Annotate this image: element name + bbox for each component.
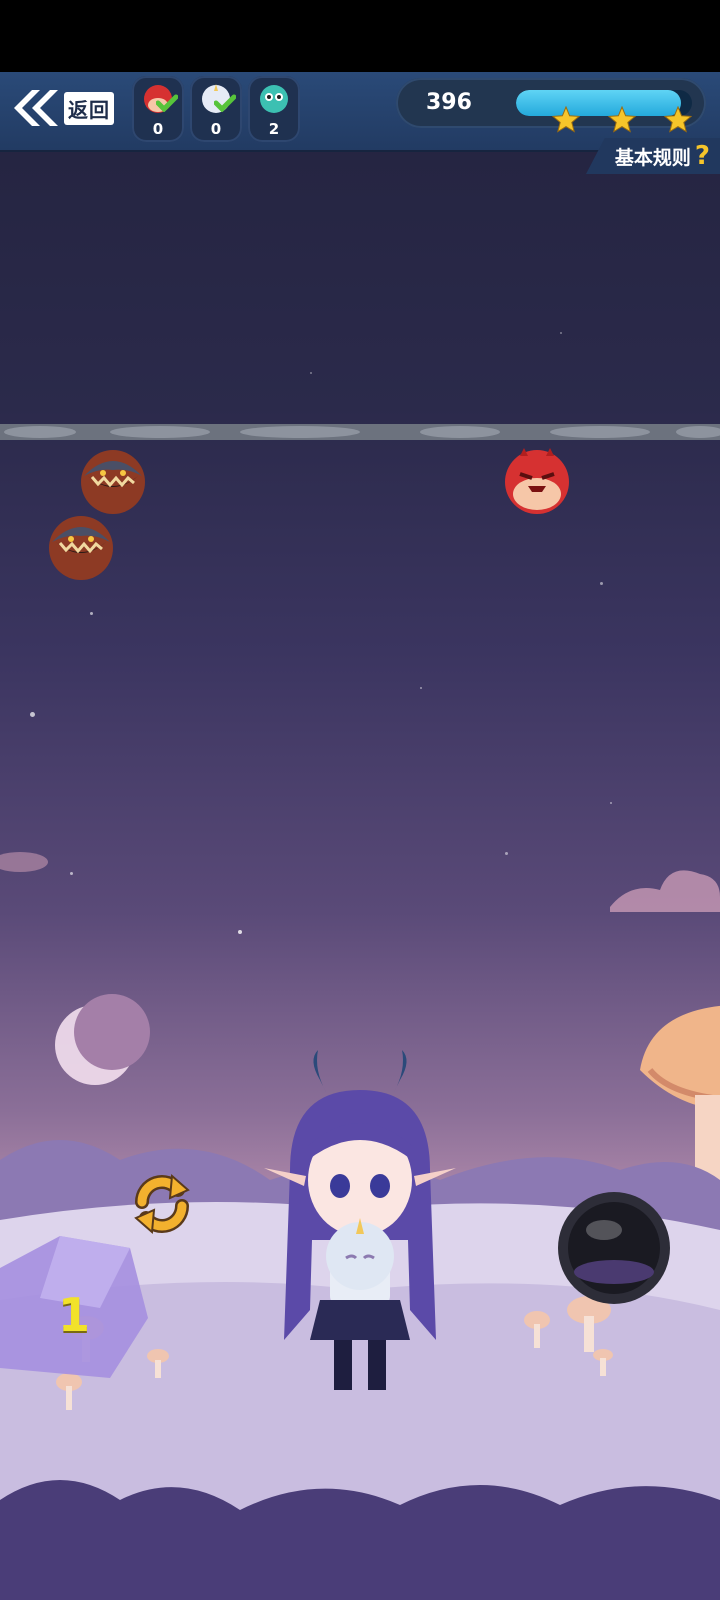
- check-icon: [156, 94, 178, 112]
- star-dot: [610, 802, 612, 804]
- monster-count: 0: [152, 120, 164, 138]
- monster-slot-red-dragon: 0: [132, 76, 184, 142]
- star-dot: [310, 372, 312, 374]
- double-chevron-left-icon: [14, 90, 58, 126]
- monster-slot-teal-bird: 2: [248, 76, 300, 142]
- back-button[interactable]: 返回: [10, 86, 114, 130]
- star-icon: [664, 106, 692, 133]
- check-icon: [214, 94, 236, 112]
- back-label: 返回: [64, 91, 114, 125]
- status-bar: [0, 0, 720, 72]
- cloud: [0, 852, 48, 872]
- star-icon: [608, 106, 636, 133]
- star-icon: [552, 106, 580, 133]
- cloud: [610, 870, 720, 912]
- score-panel: 396: [396, 78, 706, 133]
- monster-tally: 0 0 2: [132, 76, 300, 142]
- star-dot: [600, 582, 603, 585]
- red-dragon-ball: [505, 448, 569, 514]
- star-dot: [505, 852, 508, 855]
- teal-bird-icon: [260, 85, 288, 113]
- star-dot: [30, 712, 35, 717]
- star-dot: [420, 687, 422, 689]
- monster-slot-white-unicorn: 0: [190, 76, 242, 142]
- star-dot: [238, 930, 242, 934]
- help-icon: ?: [694, 141, 710, 171]
- crescent-moon: [55, 994, 150, 1085]
- score-value: 396: [426, 90, 472, 115]
- player-character: [264, 1050, 456, 1390]
- brown-monster-ball: [49, 516, 113, 580]
- brown-monster-ball: [81, 450, 145, 514]
- mushroom: [524, 1311, 550, 1348]
- swap-arrows-icon[interactable]: [126, 1168, 198, 1240]
- rules-button[interactable]: 基本规则 ?: [586, 138, 720, 174]
- ammo-count: 1: [58, 1288, 91, 1342]
- monster-count: 0: [210, 120, 222, 138]
- star-dot: [560, 332, 562, 334]
- star-dot: [70, 872, 73, 875]
- monster-count: 2: [268, 120, 280, 138]
- ceiling-ledge: [0, 424, 720, 440]
- shoot-orb-button[interactable]: [556, 1190, 672, 1306]
- rules-label: 基本规则: [614, 146, 691, 169]
- star-dot: [90, 612, 93, 615]
- mushroom: [593, 1349, 613, 1376]
- progress-fill: [516, 90, 682, 116]
